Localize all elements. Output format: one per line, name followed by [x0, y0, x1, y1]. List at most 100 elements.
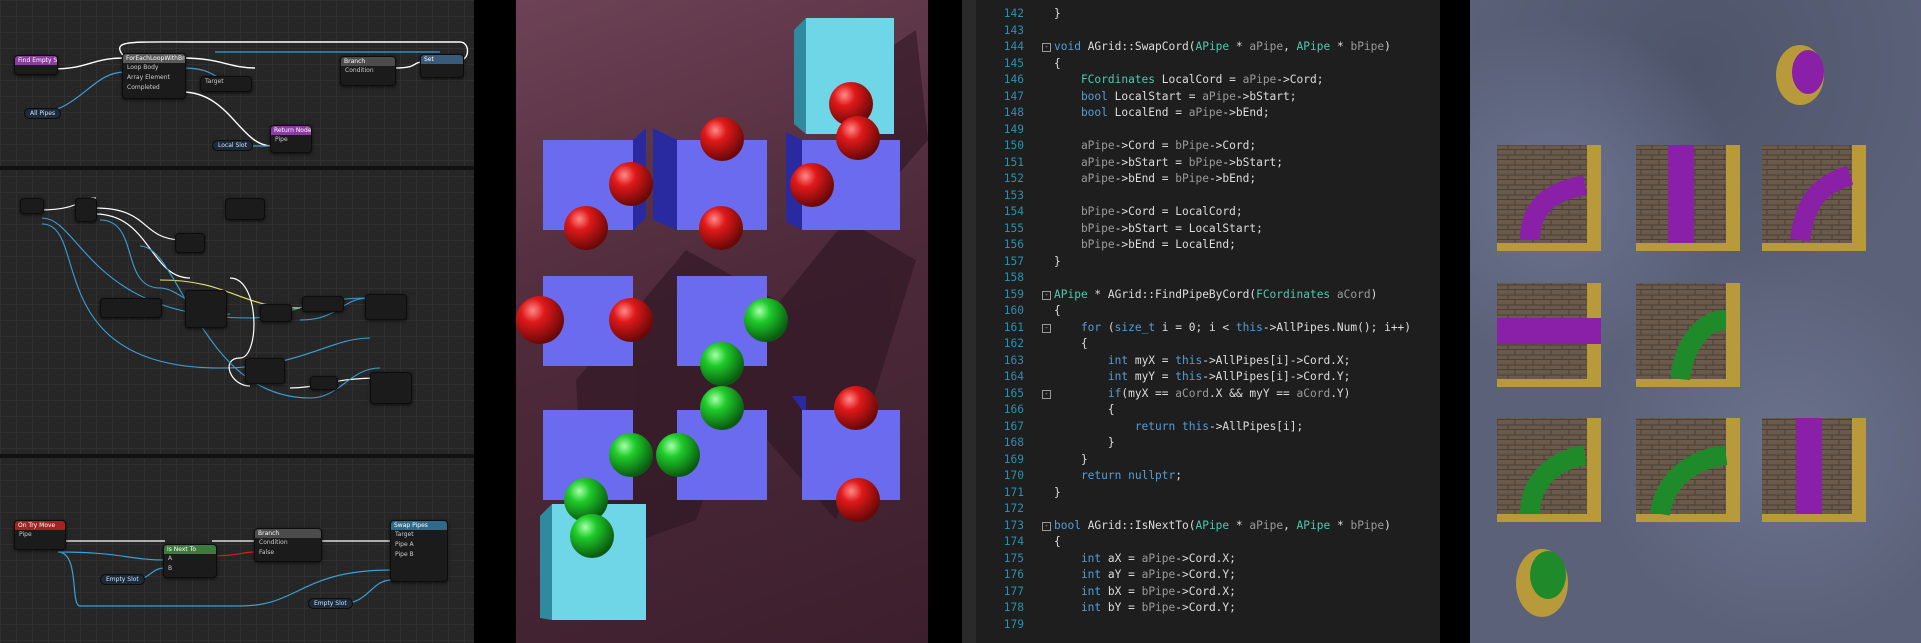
code-token: ->bEnd = LocalEnd;	[1114, 238, 1236, 251]
line-number: 174	[1003, 535, 1024, 548]
code-token: ->AllPipes[i]->Cord.X;	[1202, 353, 1351, 367]
fold-toggle-icon[interactable]: -	[1042, 323, 1051, 333]
code-token: this	[1175, 370, 1203, 383]
code-token: aPipe	[1202, 89, 1236, 103]
blueprint-node[interactable]	[75, 198, 97, 222]
blueprint-node[interactable]	[302, 296, 344, 312]
code-text: bPipe->Cord = LocalCord;	[1054, 204, 1243, 221]
node-header: Swap Pipes	[391, 521, 447, 530]
pin-label: Pipe B	[395, 551, 414, 558]
code-text: {	[1054, 534, 1061, 551]
fold-toggle-icon[interactable]: -	[1042, 389, 1051, 399]
node-foreach-loop[interactable]: ForEachLoopWithBreak Loop Body Array Ele…	[122, 53, 186, 99]
code-token: {	[1054, 56, 1061, 70]
code-token: bool	[1054, 106, 1108, 119]
code-token: bPipe	[1350, 518, 1385, 532]
node-header: Branch	[255, 529, 321, 538]
node-branch[interactable]: Branch Condition	[340, 56, 396, 86]
node-header: Set	[421, 55, 463, 64]
code-token: APipe	[1054, 287, 1088, 301]
editor-gutter	[962, 0, 976, 643]
code-token: ->bEnd;	[1208, 172, 1257, 185]
code-token: {	[1054, 403, 1115, 416]
fold-toggle-icon[interactable]: -	[1042, 290, 1051, 300]
node-return[interactable]: Return Node Pipe	[270, 125, 312, 153]
blueprint-node[interactable]	[20, 198, 44, 214]
code-token: bPipe	[1054, 238, 1115, 251]
code-text: int myX = this->AllPipes[i]->Cord.X;	[1054, 353, 1351, 370]
node-header: Find Empty Slot	[15, 56, 57, 65]
blueprint-node[interactable]	[225, 198, 265, 220]
node-find-empty-slot[interactable]: Find Empty Slot	[14, 55, 58, 75]
blueprint-node[interactable]	[310, 376, 338, 390]
pin-label: False	[259, 549, 275, 556]
pin-label: Pipe	[275, 136, 288, 143]
line-number: 158	[1003, 271, 1024, 284]
code-token: ->Cord.Y;	[1175, 568, 1236, 581]
blueprint-node[interactable]	[370, 372, 412, 404]
line-number: 173	[1003, 518, 1024, 532]
var-all-pipes[interactable]: All Pipes	[24, 108, 62, 119]
code-token: ->bStart;	[1235, 89, 1297, 103]
code-text: bool AGrid::IsNextTo(APipe * aPipe, APip…	[1054, 518, 1391, 535]
code-token: aPipe	[1054, 139, 1115, 152]
code-token: this	[1175, 353, 1203, 367]
code-token: )	[1384, 40, 1391, 53]
code-token: aPipe	[1249, 518, 1284, 532]
code-token: return	[1054, 469, 1122, 482]
blueprint-node[interactable]	[260, 304, 292, 322]
blueprint-section-try-move: On Try Move Pipe Is Next To A B Branch C…	[0, 456, 474, 643]
code-token: bool	[1054, 89, 1108, 103]
node-set[interactable]: Set	[420, 54, 464, 78]
line-number: 151	[1003, 155, 1024, 169]
game-viewport	[516, 0, 928, 643]
line-number: 150	[1003, 139, 1024, 152]
blueprint-node[interactable]	[175, 233, 205, 253]
code-token: *	[1330, 518, 1351, 532]
pin-label: Pipe	[19, 531, 32, 538]
code-token: *	[1229, 40, 1250, 53]
code-token: aPipe	[1242, 73, 1277, 86]
blueprint-node[interactable]	[245, 358, 285, 384]
code-text: }	[1054, 6, 1061, 23]
var-empty-slot[interactable]: Empty Slot	[308, 598, 353, 609]
code-token: }	[1054, 436, 1115, 449]
code-token: nullptr	[1128, 469, 1176, 482]
code-text: {	[1054, 56, 1061, 73]
line-number: 165	[1003, 386, 1024, 400]
line-number: 163	[1003, 353, 1024, 367]
fold-toggle-icon[interactable]: -	[1042, 43, 1051, 52]
node-swap-pipes[interactable]: Swap Pipes Target Pipe A Pipe B	[390, 520, 448, 582]
var-local-slot[interactable]: Local Slot	[212, 140, 253, 151]
code-token: aPipe	[1188, 106, 1223, 119]
fold-toggle-icon[interactable]: -	[1042, 521, 1051, 531]
line-number: 170	[1003, 469, 1024, 482]
line-number: 160	[1003, 304, 1024, 317]
var-empty-slot[interactable]: Empty Slot	[100, 574, 145, 585]
line-number: 177	[1003, 584, 1024, 598]
separator	[474, 0, 516, 643]
code-token: ->AllPipes.Num(); i++)	[1262, 320, 1412, 334]
code-token: ->Cord.Y;	[1175, 601, 1236, 614]
code-token: bY =	[1101, 601, 1142, 614]
code-token: this	[1235, 320, 1263, 334]
line-number: 162	[1003, 337, 1024, 350]
pin-label: Target	[395, 531, 414, 538]
node-branch[interactable]: Branch Condition False	[254, 528, 322, 562]
blueprint-node[interactable]	[365, 294, 407, 320]
node-is-next-to[interactable]: Is Next To A B	[163, 544, 217, 578]
code-token: (myX ==	[1121, 386, 1176, 400]
code-token: bX =	[1101, 584, 1142, 598]
code-text: }	[1054, 435, 1115, 452]
blueprint-node[interactable]	[100, 298, 162, 318]
code-token: (	[1101, 320, 1115, 334]
line-number: 175	[1003, 551, 1024, 565]
node-on-try-move[interactable]: On Try Move Pipe	[14, 520, 66, 550]
code-token: aPipe	[1054, 172, 1115, 185]
code-token: APipe	[1296, 40, 1331, 53]
code-text: int aY = aPipe->Cord.Y;	[1054, 567, 1236, 584]
code-token: aCord	[1296, 386, 1331, 400]
blueprint-node[interactable]	[185, 290, 227, 328]
node-target-type[interactable]: Target	[200, 76, 252, 92]
